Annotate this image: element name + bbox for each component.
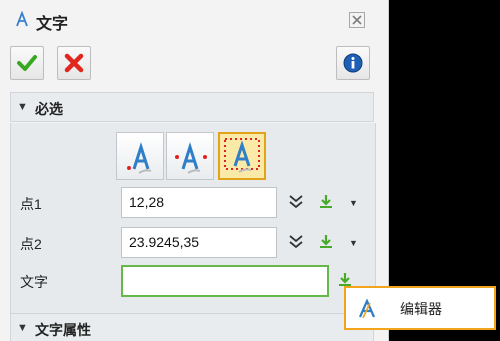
double-chevron-down-icon[interactable] [287,234,305,250]
point1-label: 点1 [20,196,42,212]
section-required-label: 必选 [35,101,63,117]
text-input[interactable] [121,265,329,297]
mode-two-point-button[interactable] [166,132,214,180]
point1-input[interactable]: 12,28 [121,187,277,218]
dialog-titlebar: 文字 [0,0,388,40]
text-label: 文字 [20,274,48,290]
mode-box-button[interactable] [218,132,266,180]
point2-dropdown-arrow-icon[interactable]: ▼ [349,238,358,248]
text-two-point-mode-icon [175,142,207,174]
cancel-x-icon [64,53,84,73]
text-editor-icon [358,299,376,319]
mode-point-button[interactable] [116,132,164,180]
double-chevron-down-icon[interactable] [287,194,305,210]
text-box-mode-icon [224,138,260,173]
pick-point-icon[interactable] [318,194,334,210]
editor-menu-label: 编辑器 [400,301,442,317]
point2-label: 点2 [20,236,42,252]
ok-button[interactable] [10,46,44,80]
text-point-mode-icon [127,142,152,174]
cancel-button[interactable] [57,46,91,80]
checkmark-icon [17,55,37,71]
section-text-properties-label: 文字属性 [35,322,91,338]
point2-input[interactable]: 23.9245,35 [121,227,277,258]
editor-menu-item[interactable]: 编辑器 [348,290,492,326]
collapse-caret-icon: ▼ [17,101,28,113]
section-required-header[interactable]: ▼ 必选 [10,92,374,122]
point1-dropdown-arrow-icon[interactable]: ▼ [349,198,358,208]
collapse-caret-icon: ▼ [17,322,28,334]
info-icon [343,53,363,73]
text-tool-icon [16,11,28,27]
dialog-title: 文字 [36,16,69,33]
pick-point-icon[interactable] [318,234,334,250]
text-dialog-panel: 文字 ▼ 必选 点1 12,28 ▼ 点2 23.9245,35 ▼ 文字 ▼ … [0,0,389,341]
close-icon[interactable] [349,12,365,28]
section-text-properties-header[interactable]: ▼ 文字属性 [10,313,374,341]
text-popup-menu: 编辑器 [344,286,496,330]
info-button[interactable] [336,46,370,80]
